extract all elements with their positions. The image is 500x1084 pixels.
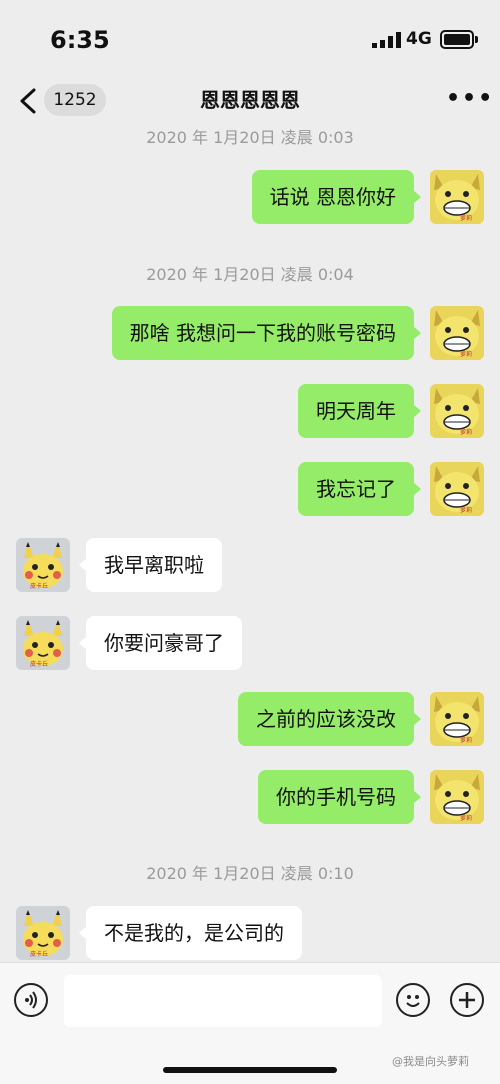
message-bubble-received[interactable]: 我早离职啦 — [79, 538, 222, 592]
watermark: @我是向头萝莉 — [392, 1055, 469, 1068]
avatar-contact[interactable]: 皮卡丘 — [16, 616, 70, 670]
message-bubble-sent[interactable]: 话说 恩恩你好 — [251, 170, 422, 224]
svg-text:萝莉: 萝莉 — [460, 814, 472, 822]
timestamp: 2020 年 1月20日 凌晨 0:03 — [146, 128, 354, 147]
message-input[interactable] — [64, 975, 382, 1027]
message-bubble-sent[interactable]: 我忘记了 — [298, 462, 421, 516]
chat-header: 1252 恩恩恩恩恩 ••• — [0, 78, 500, 124]
chat-title: 恩恩恩恩恩 — [200, 88, 300, 112]
back-chevron-icon[interactable] — [16, 84, 40, 118]
avatar-me[interactable]: 萝莉 — [430, 384, 484, 438]
svg-text:萝莉: 萝莉 — [460, 736, 472, 744]
unread-count-badge[interactable]: 1252 — [44, 84, 106, 116]
message-bubble-sent[interactable]: 之前的应该没改 — [238, 692, 421, 746]
timestamp: 2020 年 1月20日 凌晨 0:10 — [146, 864, 354, 883]
more-dots-icon[interactable]: ••• — [446, 88, 492, 112]
avatar-me[interactable]: 萝莉 — [430, 692, 484, 746]
svg-text:萝莉: 萝莉 — [460, 350, 472, 358]
avatar-contact[interactable]: 皮卡丘 — [16, 906, 70, 960]
status-bar: 6:35 4G — [0, 0, 500, 78]
doge-avatar-icon: 萝莉 — [430, 770, 484, 824]
plus-icon[interactable] — [450, 983, 484, 1017]
pikachu-avatar-icon: 皮卡丘 — [16, 616, 70, 670]
doge-avatar-icon: 萝莉 — [430, 692, 484, 746]
svg-text:萝莉: 萝莉 — [460, 428, 472, 436]
message-bubble-received[interactable]: 你要问豪哥了 — [79, 616, 242, 670]
home-indicator[interactable] — [163, 1067, 337, 1073]
svg-text:萝莉: 萝莉 — [460, 214, 472, 222]
message-bubble-sent[interactable]: 你的手机号码 — [258, 770, 421, 824]
pikachu-avatar-icon: 皮卡丘 — [16, 906, 70, 960]
signal-icon — [372, 32, 401, 48]
input-bar: @我是向头萝莉 — [0, 962, 500, 1084]
network-type: 4G — [406, 29, 432, 49]
pikachu-avatar-icon: 皮卡丘 — [16, 538, 70, 592]
voice-icon[interactable] — [14, 983, 48, 1017]
svg-text:皮卡丘: 皮卡丘 — [30, 660, 48, 668]
doge-avatar-icon: 萝莉 — [430, 384, 484, 438]
message-bubble-sent[interactable]: 明天周年 — [298, 384, 421, 438]
emoji-icon[interactable] — [396, 983, 430, 1017]
message-bubble-sent[interactable]: 那啥 我想问一下我的账号密码 — [111, 306, 422, 360]
svg-text:萝莉: 萝莉 — [460, 506, 472, 514]
svg-text:皮卡丘: 皮卡丘 — [30, 582, 48, 590]
doge-avatar-icon: 萝莉 — [430, 462, 484, 516]
svg-text:皮卡丘: 皮卡丘 — [30, 950, 48, 958]
avatar-me[interactable]: 萝莉 — [430, 770, 484, 824]
status-time: 6:35 — [50, 26, 110, 54]
timestamp: 2020 年 1月20日 凌晨 0:04 — [146, 265, 354, 284]
battery-icon — [440, 30, 478, 49]
doge-avatar-icon: 萝莉 — [430, 170, 484, 224]
avatar-me[interactable]: 萝莉 — [430, 170, 484, 224]
message-bubble-received[interactable]: 不是我的，是公司的 — [79, 906, 302, 960]
avatar-contact[interactable]: 皮卡丘 — [16, 538, 70, 592]
avatar-me[interactable]: 萝莉 — [430, 306, 484, 360]
doge-avatar-icon: 萝莉 — [430, 306, 484, 360]
avatar-me[interactable]: 萝莉 — [430, 462, 484, 516]
